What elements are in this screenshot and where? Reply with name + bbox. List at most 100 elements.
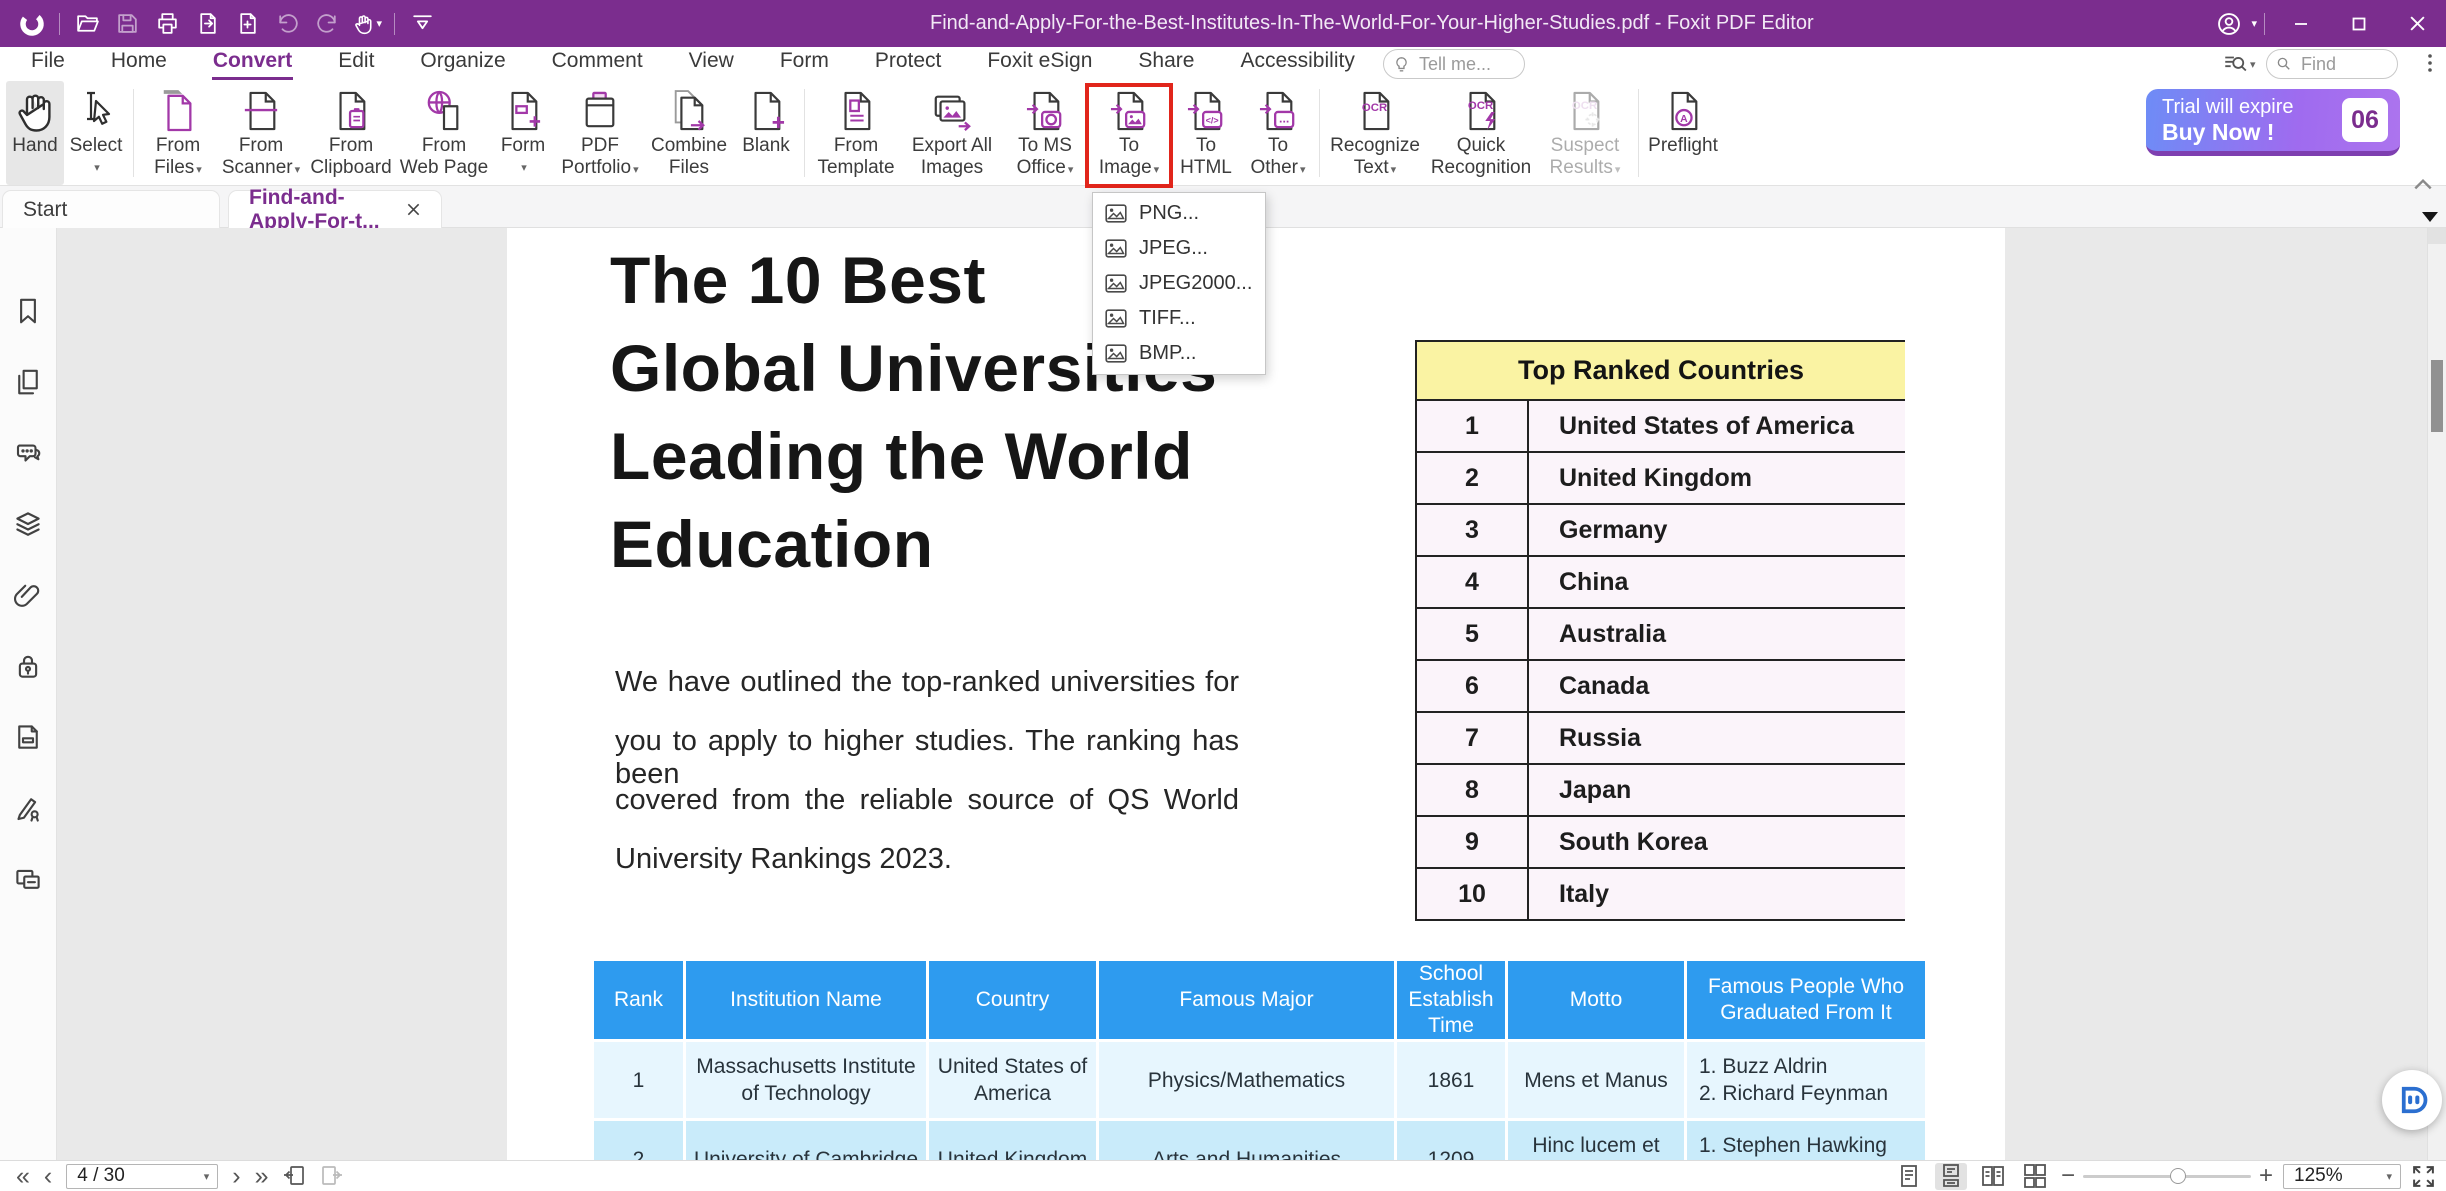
zoom-slider-thumb[interactable] bbox=[2170, 1167, 2187, 1184]
zoom-level-select[interactable]: 125% ▾ bbox=[2283, 1163, 2401, 1189]
maximize-button[interactable] bbox=[2330, 0, 2388, 47]
portfolio-icon bbox=[581, 87, 619, 135]
menu-comment[interactable]: Comment bbox=[529, 47, 666, 81]
ribbon-blank-button[interactable]: Blank bbox=[733, 81, 799, 185]
scrollbar-thumb[interactable] bbox=[2431, 360, 2443, 432]
ribbon-recognize-text-button[interactable]: OCR Recognize Text ▾ bbox=[1325, 81, 1425, 185]
ribbon-to-ms-office-button[interactable]: To MS Office ▾ bbox=[1002, 81, 1088, 185]
ribbon-to-other-button[interactable]: ... To Other ▾ bbox=[1242, 81, 1314, 185]
close-tab-icon[interactable] bbox=[406, 202, 421, 217]
select-icon bbox=[79, 87, 113, 135]
menu-file[interactable]: File bbox=[8, 47, 88, 81]
menu-item-jpeg[interactable]: JPEG... bbox=[1093, 231, 1265, 266]
menu-item-png[interactable]: PNG... bbox=[1093, 196, 1265, 231]
account-icon[interactable] bbox=[2214, 9, 2244, 39]
panel-layers-icon[interactable] bbox=[13, 509, 43, 539]
save-icon[interactable] bbox=[112, 9, 142, 39]
continuous-view-icon[interactable] bbox=[1934, 1162, 1967, 1190]
panel-linked-windows-icon[interactable] bbox=[13, 864, 43, 894]
next-view-button[interactable] bbox=[320, 1164, 344, 1188]
ribbon-suspect-results-button[interactable]: OCR Suspect Results ▾ bbox=[1537, 81, 1633, 185]
previous-view-button[interactable] bbox=[282, 1164, 306, 1188]
find-search[interactable] bbox=[2266, 49, 2398, 79]
more-options-icon[interactable] bbox=[2420, 52, 2440, 74]
universities-cell: Arts and Humanities bbox=[1099, 1121, 1394, 1160]
panel-attachments-icon[interactable] bbox=[13, 580, 43, 610]
redo-icon[interactable] bbox=[312, 9, 342, 39]
menu-organize[interactable]: Organize bbox=[397, 47, 528, 81]
facing-view-icon[interactable] bbox=[1977, 1163, 2009, 1190]
close-button[interactable] bbox=[2388, 0, 2446, 47]
open-icon[interactable] bbox=[72, 9, 102, 39]
vertical-scrollbar[interactable] bbox=[2427, 228, 2446, 1160]
ai-assistant-button[interactable] bbox=[2382, 1070, 2442, 1130]
zoom-in-button[interactable]: + bbox=[2259, 1162, 2273, 1190]
hand-tool-icon[interactable]: ▾ bbox=[352, 9, 382, 39]
menu-item-jpeg2000[interactable]: JPEG2000... bbox=[1093, 266, 1265, 301]
menu-convert[interactable]: Convert bbox=[190, 47, 315, 81]
ribbon-to-html-button[interactable]: </> To HTML bbox=[1170, 81, 1242, 185]
zoom-out-button[interactable]: − bbox=[2061, 1162, 2075, 1190]
ribbon-from-clipboard-button[interactable]: From Clipboard bbox=[305, 81, 397, 185]
export-pdf-icon[interactable] bbox=[192, 9, 222, 39]
ribbon-select-button[interactable]: Select ▾ bbox=[64, 81, 128, 185]
advanced-search-icon[interactable]: ▾ bbox=[2222, 51, 2256, 77]
countries-name-cell: United Kingdom bbox=[1529, 453, 1905, 503]
panel-comments-icon[interactable] bbox=[13, 438, 43, 468]
ribbon-preflight-button[interactable]: A Preflight bbox=[1644, 81, 1722, 185]
menu-view[interactable]: View bbox=[666, 47, 757, 81]
menu-edit[interactable]: Edit bbox=[315, 47, 397, 81]
tell-me-input[interactable] bbox=[1417, 52, 1501, 76]
tab-start[interactable]: Start bbox=[2, 190, 220, 228]
ribbon-from-scanner-button[interactable]: From Scanner ▾ bbox=[217, 81, 305, 185]
panel-signatures-icon[interactable] bbox=[13, 793, 43, 823]
tab-overflow-icon[interactable] bbox=[2422, 212, 2438, 222]
last-page-button[interactable]: » bbox=[255, 1163, 269, 1189]
panel-form-fields-icon[interactable] bbox=[13, 722, 43, 752]
ribbon-from-template-button[interactable]: From Template bbox=[810, 81, 902, 185]
ribbon-from-files-button[interactable]: From Files ▾ bbox=[139, 81, 217, 185]
menu-accessibility[interactable]: Accessibility bbox=[1217, 47, 1377, 81]
print-icon[interactable] bbox=[152, 9, 182, 39]
minimize-button[interactable] bbox=[2272, 0, 2330, 47]
panel-pages-icon[interactable] bbox=[13, 367, 43, 397]
buy-now-text[interactable]: Buy Now ! bbox=[2162, 119, 2342, 145]
trial-expire-text: Trial will expire bbox=[2162, 96, 2294, 118]
ribbon-from-web-page-button[interactable]: From Web Page bbox=[397, 81, 491, 185]
trial-banner[interactable]: Trial will expire Buy Now ! 06 bbox=[2146, 89, 2400, 156]
first-page-button[interactable]: « bbox=[16, 1163, 30, 1189]
customize-toolbar-icon[interactable] bbox=[407, 9, 437, 39]
menu-item-bmp[interactable]: BMP... bbox=[1093, 336, 1265, 371]
single-page-view-icon[interactable] bbox=[1893, 1163, 1925, 1190]
facing-continuous-view-icon[interactable] bbox=[2019, 1163, 2051, 1190]
fullscreen-icon[interactable] bbox=[2411, 1164, 2436, 1189]
ribbon-hand-button[interactable]: Hand bbox=[6, 81, 64, 185]
convert-ribbon: Hand Select ▾ From Files ▾ From Scanner ▾ From Cli… bbox=[0, 81, 2446, 186]
collapse-ribbon-icon[interactable] bbox=[2412, 177, 2434, 191]
panel-bookmarks-icon[interactable] bbox=[13, 296, 43, 326]
find-input[interactable] bbox=[2299, 52, 2383, 76]
create-pdf-icon[interactable] bbox=[232, 9, 262, 39]
ribbon-quick-recognition-button[interactable]: OCR Quick Recognition bbox=[1425, 81, 1537, 185]
tab-document[interactable]: Find-and-Apply-For-t... bbox=[228, 186, 442, 233]
ribbon-form-button[interactable]: Form ▾ bbox=[491, 81, 555, 185]
page-number-select[interactable]: 4 / 30 ▾ bbox=[66, 1163, 219, 1189]
tell-me-search[interactable] bbox=[1383, 49, 1525, 79]
menu-protect[interactable]: Protect bbox=[852, 47, 965, 81]
ribbon-to-image-button[interactable]: To Image ▾ bbox=[1088, 81, 1170, 185]
panel-security-icon[interactable] bbox=[13, 651, 43, 681]
menu-item-tiff[interactable]: TIFF... bbox=[1093, 301, 1265, 336]
ribbon-export-all-images-button[interactable]: Export All Images bbox=[902, 81, 1002, 185]
previous-page-button[interactable]: ‹ bbox=[44, 1163, 52, 1189]
next-page-button[interactable]: › bbox=[232, 1163, 240, 1189]
undo-icon[interactable] bbox=[272, 9, 302, 39]
menu-home[interactable]: Home bbox=[88, 47, 190, 81]
ribbon-combine-files-button[interactable]: Combine Files bbox=[645, 81, 733, 185]
menu-form[interactable]: Form bbox=[757, 47, 852, 81]
menu-share[interactable]: Share bbox=[1115, 47, 1217, 81]
ribbon-pdf-portfolio-button[interactable]: PDF Portfolio ▾ bbox=[555, 81, 645, 185]
countries-name-cell: Australia bbox=[1529, 609, 1905, 659]
zoom-slider[interactable] bbox=[2082, 1167, 2251, 1184]
menu-foxit-esign[interactable]: Foxit eSign bbox=[964, 47, 1115, 81]
account-caret-icon[interactable]: ▾ bbox=[2251, 17, 2257, 30]
